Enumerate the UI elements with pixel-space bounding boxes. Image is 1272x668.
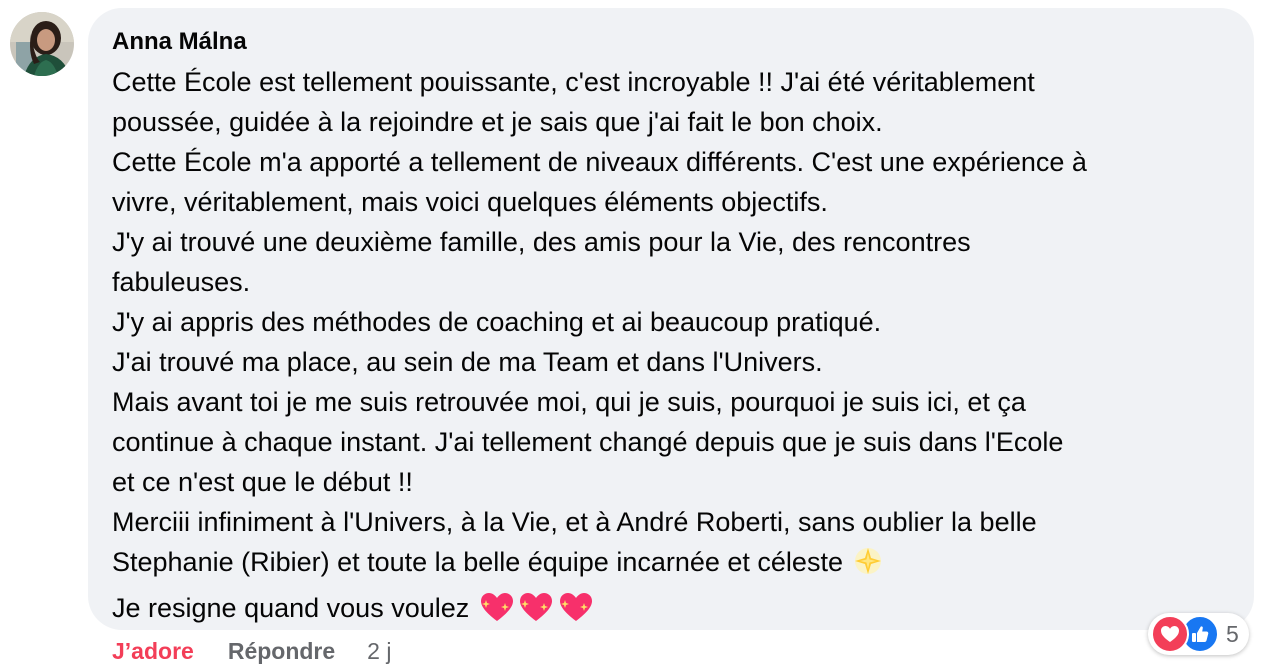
comment-line-text: Je resigne quand vous voulez [112,593,470,623]
comment-bubble: Anna Málna Cette École est tellement pou… [88,8,1254,630]
comment-line: poussée, guidée à la rejoindre et je sai… [112,107,883,137]
glowing-star-icon [852,545,884,588]
comment-line: fabuleuses. [112,267,251,297]
reactions-summary[interactable]: 5 [1148,613,1249,655]
avatar-photo [10,12,74,76]
sparkling-heart-icon [558,591,594,634]
comment-line: et ce n'est que le début !! [112,467,413,497]
comment-line: Merciii infiniment à l'Univers, à la Vie… [112,507,1037,537]
comment-line: Cette École m'a apporté a tellement de n… [112,147,1087,177]
reply-button[interactable]: Répondre [228,638,335,665]
heart-reaction-icon [1151,615,1189,653]
sparkling-heart-icon [518,591,554,634]
avatar[interactable] [10,12,74,76]
comment-line: Cette École est tellement pouissante, c'… [112,67,1035,97]
comment-author[interactable]: Anna Málna [112,27,1230,57]
comment-line: continue à chaque instant. J'ai tellemen… [112,427,1064,457]
love-reaction-button[interactable]: J’adore [112,638,194,665]
comment-line: Mais avant toi je me suis retrouvée moi,… [112,387,1026,417]
comment-line-text: Stephanie (Ribier) et toute la belle équ… [112,547,843,577]
comment-timestamp[interactable]: 2 j [367,638,391,665]
reaction-count: 5 [1226,620,1239,647]
comment-actions: J’adore Répondre 2 j [112,634,391,668]
comment-line-with-emoji: Stephanie (Ribier) et toute la belle équ… [112,542,1230,588]
comment-line: J'ai trouvé ma place, au sein de ma Team… [112,347,823,377]
comment-line: J'y ai appris des méthodes de coaching e… [112,307,882,337]
comment-line: J'y ai trouvé une deuxième famille, des … [112,227,971,257]
comment-line-with-emoji: Je resigne quand vous voulez [112,588,1230,634]
sparkling-heart-icon [479,591,515,634]
comment-line: vivre, véritablement, mais voici quelque… [112,187,828,217]
